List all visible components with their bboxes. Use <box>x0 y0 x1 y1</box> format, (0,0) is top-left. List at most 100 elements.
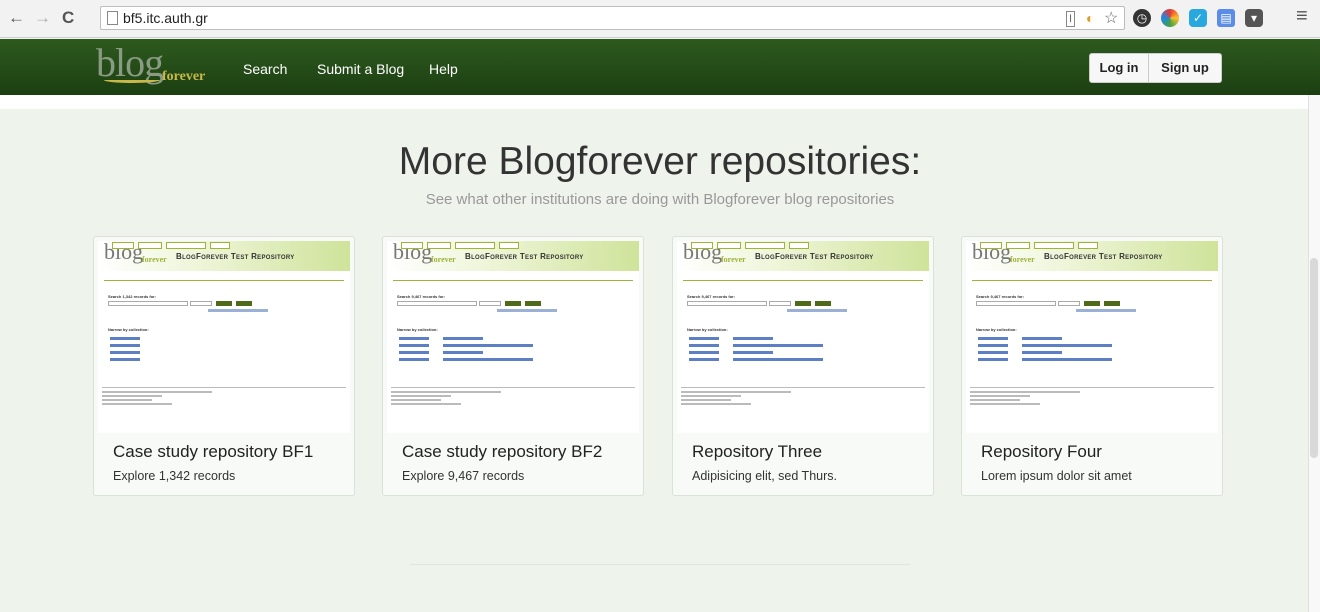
repository-thumbnail[interactable]: blog forever BlogForever Test Repository… <box>966 241 1218 433</box>
thumb-focus-link <box>443 337 483 340</box>
bookmark-icon[interactable]: ▤ <box>1217 9 1235 27</box>
thumb-focus-link <box>1022 344 1112 347</box>
blogforever-logo[interactable]: blog forever <box>96 40 226 91</box>
thumb-tab <box>1006 242 1030 249</box>
thumb-collection-link <box>689 358 719 361</box>
thumb-focus-link <box>1022 351 1062 354</box>
thumb-divider <box>683 280 923 281</box>
thumb-collection-link <box>689 337 719 340</box>
thumb-search-input <box>976 301 1056 306</box>
card-description: Explore 9,467 records <box>402 469 525 483</box>
thumb-collection-link <box>399 337 429 340</box>
thumb-browse-button <box>815 301 831 306</box>
page-icon <box>107 11 118 25</box>
thumb-tab <box>166 242 206 249</box>
thumb-browse-button <box>236 301 252 306</box>
thumb-narrow-label: Narrow by collection: <box>397 327 438 332</box>
nav-search[interactable]: Search <box>243 61 287 77</box>
thumb-footer-text <box>391 391 501 393</box>
thumb-search-button <box>505 301 521 306</box>
signup-button[interactable]: Sign up <box>1149 53 1222 83</box>
card-description: Lorem ipsum dolor sit amet <box>981 469 1132 483</box>
scrollbar-thumb[interactable] <box>1310 258 1318 458</box>
thumb-search-button <box>216 301 232 306</box>
thumb-collection-link <box>689 344 719 347</box>
thumb-search-tips <box>787 309 847 312</box>
forward-icon[interactable]: → <box>34 8 51 28</box>
thumb-tab <box>717 242 741 249</box>
site-header: blog forever Search Submit a Blog Help L… <box>0 39 1320 95</box>
thumb-tab <box>789 242 809 249</box>
clock-icon[interactable]: ◷ <box>1133 9 1151 27</box>
thumb-narrow-label: Narrow by collection: <box>108 327 149 332</box>
thumb-footer-text <box>391 395 451 397</box>
thumb-focus-link <box>733 358 823 361</box>
thumb-search-button <box>795 301 811 306</box>
page-subtitle: See what other institutions are doing wi… <box>425 191 895 208</box>
card-title[interactable]: Repository Three <box>692 442 822 462</box>
thumb-collection-link <box>399 344 429 347</box>
thumb-site-title: BlogForever Test Repository <box>465 252 584 261</box>
thumb-logo-forever: forever <box>721 255 746 264</box>
thumb-tab <box>1034 242 1074 249</box>
thumb-collection-link <box>110 358 140 361</box>
repository-thumbnail[interactable]: blog forever BlogForever Test Repository… <box>98 241 350 433</box>
thumb-divider <box>104 280 344 281</box>
thumb-footer-text <box>681 395 741 397</box>
color-picker-icon[interactable] <box>1161 9 1179 27</box>
card-title[interactable]: Repository Four <box>981 442 1102 462</box>
thumb-footer-text <box>102 403 172 405</box>
thumb-search-tips <box>1076 309 1136 312</box>
thumb-browse-button <box>1104 301 1120 306</box>
thumb-focus-link <box>733 351 773 354</box>
thumb-field-select <box>190 301 212 306</box>
thumb-focus-link <box>1022 358 1112 361</box>
thumb-narrow-label: Narrow by collection: <box>976 327 1017 332</box>
thumb-search-button <box>1084 301 1100 306</box>
thumb-search-label: Search 9,467 records for: <box>397 294 446 299</box>
thumb-focus-link <box>733 337 773 340</box>
login-button[interactable]: Log in <box>1089 53 1149 83</box>
thumb-collection-link <box>110 337 140 340</box>
card-title[interactable]: Case study repository BF1 <box>113 442 313 462</box>
extension-fox-icon[interactable]: ◐ <box>1086 10 1094 26</box>
repository-card[interactable]: blog forever BlogForever Test Repository… <box>382 236 644 496</box>
address-bar[interactable]: bf5.itc.auth.gr I ◐ ☆ <box>100 6 1125 30</box>
thumb-footer-line <box>970 387 1214 388</box>
card-title[interactable]: Case study repository BF2 <box>402 442 602 462</box>
thumb-search-label: Search 9,467 records for: <box>976 294 1025 299</box>
thumb-collection-link <box>689 351 719 354</box>
thumb-tab <box>980 242 1002 249</box>
thumb-tab <box>401 242 423 249</box>
thumb-divider <box>972 280 1212 281</box>
logo-swoosh <box>104 77 160 83</box>
repository-thumbnail[interactable]: blog forever BlogForever Test Repository… <box>677 241 929 433</box>
reload-icon[interactable]: C <box>62 8 74 28</box>
thumb-footer-text <box>391 403 461 405</box>
thumb-collection-link <box>978 344 1008 347</box>
star-icon[interactable]: ☆ <box>1104 8 1118 28</box>
thumb-footer-text <box>391 399 441 401</box>
thumb-focus-link <box>1022 337 1062 340</box>
nav-submit-blog[interactable]: Submit a Blog <box>317 61 404 77</box>
thumb-tab <box>1078 242 1098 249</box>
thumb-collection-link <box>110 344 140 347</box>
thumb-search-tips <box>497 309 557 312</box>
thumb-collection-link <box>399 351 429 354</box>
repository-thumbnail[interactable]: blog forever BlogForever Test Repository… <box>387 241 639 433</box>
thumb-tab <box>112 242 134 249</box>
thumb-logo-forever: forever <box>1010 255 1035 264</box>
pocket-icon[interactable]: ▾ <box>1245 9 1263 27</box>
thumb-site-title: BlogForever Test Repository <box>176 252 295 261</box>
repository-card[interactable]: blog forever BlogForever Test Repository… <box>672 236 934 496</box>
nav-help[interactable]: Help <box>429 61 458 77</box>
repository-card[interactable]: blog forever BlogForever Test Repository… <box>93 236 355 496</box>
thumb-tab <box>210 242 230 249</box>
menu-icon[interactable]: ≡ <box>1296 6 1308 26</box>
logo-forever-text: forever <box>162 69 206 84</box>
chat-icon[interactable]: ✓ <box>1189 9 1207 27</box>
repository-card[interactable]: blog forever BlogForever Test Repository… <box>961 236 1223 496</box>
thumb-search-tips <box>208 309 268 312</box>
reader-icon[interactable]: I <box>1066 11 1076 27</box>
back-icon[interactable]: ← <box>8 8 25 28</box>
